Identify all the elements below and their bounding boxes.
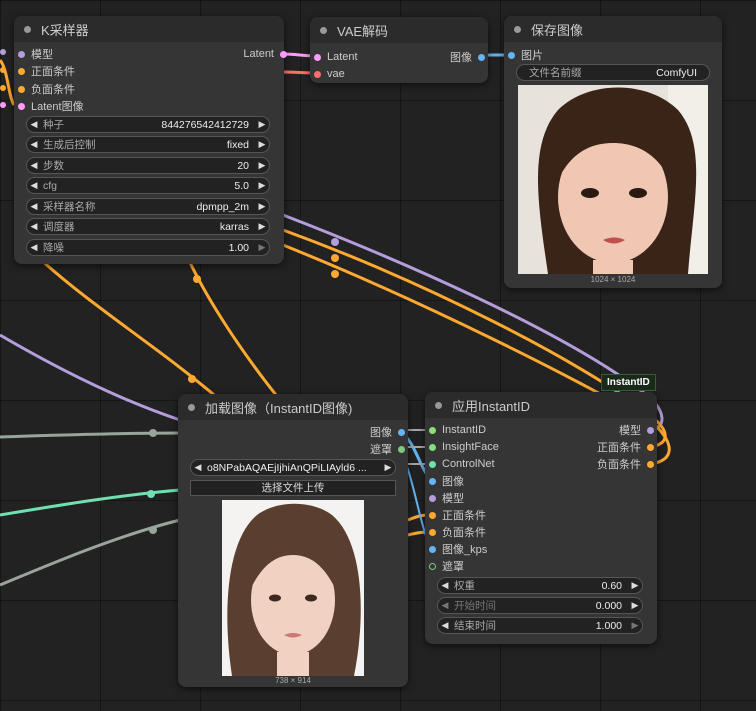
widget-image-file[interactable]: ◀ o8NPabAQAEjIjhiAnQPiLIAyld6 ... ▶ bbox=[190, 459, 396, 476]
reroute-dot bbox=[331, 270, 339, 278]
wire-cond-4 bbox=[178, 239, 282, 401]
reroute-dot bbox=[331, 238, 339, 246]
increment-arrow-icon[interactable]: ▶ bbox=[255, 160, 269, 171]
increment-arrow-icon[interactable]: ▶ bbox=[628, 620, 642, 631]
ksampler-title: K采样器 bbox=[41, 22, 89, 38]
reroute-dot bbox=[149, 526, 157, 534]
reroute-dot bbox=[193, 275, 201, 283]
widget-steps[interactable]: ◀ 步数 20 ▶ bbox=[26, 157, 270, 174]
widget-scheduler[interactable]: ◀ 调度器 karras ▶ bbox=[26, 218, 270, 235]
collapse-dot-icon[interactable] bbox=[320, 26, 327, 34]
increment-arrow-icon[interactable]: ▶ bbox=[255, 119, 269, 130]
load-image-title-bar[interactable]: 加载图像（InstantID图像) bbox=[178, 394, 408, 420]
input-negative[interactable]: 负面条件 bbox=[18, 82, 75, 96]
apply-instantid-title-bar[interactable]: 应用InstantID bbox=[425, 392, 657, 418]
decrement-arrow-icon[interactable]: ◀ bbox=[27, 160, 41, 171]
reroute-dot bbox=[331, 254, 339, 262]
save-image-title: 保存图像 bbox=[531, 22, 584, 38]
input-image-kps[interactable]: 图像_kps bbox=[429, 542, 487, 556]
load-image-node[interactable]: 加载图像（InstantID图像) 图像 遮罩 ◀ o8NPabAQAEjIjhi… bbox=[178, 394, 408, 687]
increment-arrow-icon[interactable]: ▶ bbox=[628, 580, 642, 591]
collapse-dot-icon[interactable] bbox=[435, 401, 442, 409]
ksampler-node[interactable]: K采样器 模型 正面条件 负面条件 Latent图像 Latent ◀ 种子 844… bbox=[14, 16, 287, 264]
collapse-dot-icon[interactable] bbox=[188, 403, 195, 411]
input-images[interactable]: 图片 bbox=[508, 48, 543, 62]
decrement-arrow-icon[interactable]: ◀ bbox=[438, 580, 452, 591]
widget-denoise[interactable]: ◀ 降噪 1.00 ▶ bbox=[26, 239, 270, 256]
widget-start-at[interactable]: ◀ 开始时间 0.000 ▶ bbox=[437, 597, 643, 614]
widget-end-at[interactable]: ◀ 结束时间 1.000 ▶ bbox=[437, 617, 643, 634]
input-controlnet[interactable]: ControlNet bbox=[429, 457, 495, 471]
wire-cond-left bbox=[0, 59, 16, 106]
increment-arrow-icon[interactable]: ▶ bbox=[255, 242, 269, 253]
decrement-arrow-icon[interactable]: ◀ bbox=[27, 221, 41, 232]
reroute-dot bbox=[188, 375, 196, 383]
output-image-size: 1024 × 1024 bbox=[590, 275, 636, 284]
input-image-preview[interactable] bbox=[222, 500, 364, 676]
apply-instantid-title: 应用InstantID bbox=[452, 398, 531, 414]
output-negative[interactable]: 负面条件 bbox=[597, 457, 654, 471]
output-image-preview[interactable] bbox=[518, 85, 708, 274]
input-model[interactable]: 模型 bbox=[18, 47, 53, 61]
input-insightface[interactable]: InsightFace bbox=[429, 440, 499, 454]
input-vae[interactable]: vae bbox=[314, 67, 345, 81]
widget-weight[interactable]: ◀ 权重 0.60 ▶ bbox=[437, 577, 643, 594]
widget-seed[interactable]: ◀ 种子 844276542412729 ▶ bbox=[26, 116, 270, 133]
increment-arrow-icon[interactable]: ▶ bbox=[628, 600, 642, 611]
decrement-arrow-icon[interactable]: ◀ bbox=[438, 620, 452, 631]
input-model[interactable]: 模型 bbox=[429, 491, 464, 505]
input-image-size: 738 × 914 bbox=[275, 676, 311, 685]
upload-file-button[interactable]: 选择文件上传 bbox=[190, 480, 396, 496]
load-image-title: 加载图像（InstantID图像) bbox=[205, 400, 353, 416]
input-negative[interactable]: 负面条件 bbox=[429, 525, 486, 539]
vae-decode-title: VAE解码 bbox=[337, 23, 389, 39]
widget-filename-prefix[interactable]: 文件名前缀 ComfyUI bbox=[516, 64, 710, 81]
ksampler-title-bar[interactable]: K采样器 bbox=[14, 16, 284, 42]
input-latent-image[interactable]: Latent图像 bbox=[18, 99, 84, 113]
input-mask[interactable]: 遮罩 bbox=[429, 559, 464, 573]
output-mask[interactable]: 遮罩 bbox=[370, 442, 405, 456]
widget-cfg[interactable]: ◀ cfg 5.0 ▶ bbox=[26, 177, 270, 194]
input-positive[interactable]: 正面条件 bbox=[429, 508, 486, 522]
widget-sampler-name[interactable]: ◀ 采样器名称 dpmpp_2m ▶ bbox=[26, 198, 270, 215]
increment-arrow-icon[interactable]: ▶ bbox=[381, 462, 395, 473]
apply-instantid-node[interactable]: 应用InstantID InstantID InsightFace Contro… bbox=[425, 392, 657, 644]
output-model[interactable]: 模型 bbox=[619, 423, 654, 437]
output-image[interactable]: 图像 bbox=[450, 50, 485, 64]
output-latent[interactable]: Latent bbox=[243, 47, 287, 61]
decrement-arrow-icon[interactable]: ◀ bbox=[438, 600, 452, 611]
output-positive[interactable]: 正面条件 bbox=[597, 440, 654, 454]
input-instantid[interactable]: InstantID bbox=[429, 423, 486, 437]
decrement-arrow-icon[interactable]: ◀ bbox=[27, 139, 41, 150]
save-image-title-bar[interactable]: 保存图像 bbox=[504, 16, 722, 42]
reroute-dot bbox=[149, 429, 157, 437]
input-positive[interactable]: 正面条件 bbox=[18, 64, 75, 78]
vae-decode-node[interactable]: VAE解码 Latent vae 图像 bbox=[310, 17, 488, 83]
vae-decode-title-bar[interactable]: VAE解码 bbox=[310, 17, 488, 43]
output-image[interactable]: 图像 bbox=[370, 425, 405, 439]
decrement-arrow-icon[interactable]: ◀ bbox=[27, 242, 41, 253]
increment-arrow-icon[interactable]: ▶ bbox=[255, 221, 269, 232]
reroute-dot bbox=[147, 490, 155, 498]
decrement-arrow-icon[interactable]: ◀ bbox=[27, 180, 41, 191]
group-badge-instantid: InstantID bbox=[601, 374, 656, 391]
save-image-node[interactable]: 保存图像 图片 文件名前缀 ComfyUI 1024 × 1024 bbox=[504, 16, 722, 288]
increment-arrow-icon[interactable]: ▶ bbox=[255, 180, 269, 191]
increment-arrow-icon[interactable]: ▶ bbox=[255, 139, 269, 150]
input-image[interactable]: 图像 bbox=[429, 474, 464, 488]
widget-control-after-generate[interactable]: ◀ 生成后控制 fixed ▶ bbox=[26, 136, 270, 153]
collapse-dot-icon[interactable] bbox=[514, 25, 521, 33]
collapse-dot-icon[interactable] bbox=[24, 25, 31, 33]
increment-arrow-icon[interactable]: ▶ bbox=[255, 201, 269, 212]
decrement-arrow-icon[interactable]: ◀ bbox=[27, 119, 41, 130]
input-latent[interactable]: Latent bbox=[314, 50, 358, 64]
decrement-arrow-icon[interactable]: ◀ bbox=[191, 462, 205, 473]
decrement-arrow-icon[interactable]: ◀ bbox=[27, 201, 41, 212]
